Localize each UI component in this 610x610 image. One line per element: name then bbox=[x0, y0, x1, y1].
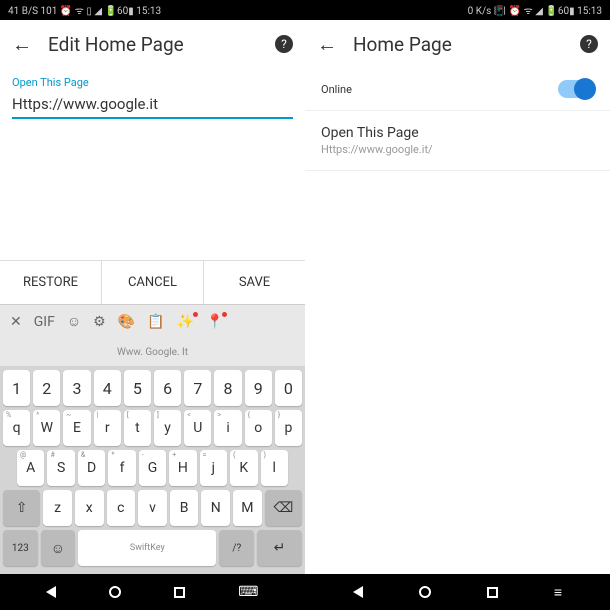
key-c[interactable]: c bbox=[107, 490, 136, 526]
keyboard-row-3: @A#S&D*f-G+H=j(K)l bbox=[3, 450, 302, 486]
num-key[interactable]: 123 bbox=[3, 530, 38, 566]
key-H[interactable]: +H bbox=[169, 450, 196, 486]
gif-icon[interactable]: GIF bbox=[34, 314, 55, 330]
toggle-label: Online bbox=[321, 83, 352, 96]
nav-keyboard-icon[interactable]: ⌨ bbox=[238, 584, 258, 600]
key-i[interactable]: >i bbox=[214, 410, 241, 446]
cancel-button[interactable]: CANCEL bbox=[102, 261, 204, 304]
close-icon[interactable]: ✕ bbox=[10, 314, 22, 330]
key-W[interactable]: ^W bbox=[33, 410, 60, 446]
key-K[interactable]: (K bbox=[230, 450, 257, 486]
left-screen: 41 B/S 101 ⏰ ᯤ ▯ ◢ 🔋60▮ 15:13 ← Edit Hom… bbox=[0, 0, 305, 610]
status-right: 0 K/s 📳 ⏰ ᯤ ◢ 🔋60▮ 15:13 bbox=[468, 3, 602, 17]
restore-button[interactable]: RESTORE bbox=[0, 261, 102, 304]
key-3[interactable]: 3 bbox=[63, 370, 90, 406]
nav-bar: ≡ bbox=[305, 574, 610, 610]
key-D[interactable]: &D bbox=[78, 450, 105, 486]
keyboard-row-1: 1234567890 bbox=[3, 370, 302, 406]
key-6[interactable]: 6 bbox=[154, 370, 181, 406]
keyboard-toolbar: ✕ GIF ☺ ⚙ 🎨 📋 ✨ 📍 bbox=[0, 304, 305, 338]
help-icon[interactable]: ? bbox=[275, 35, 293, 53]
link-url: Https://www.google.it/ bbox=[321, 143, 594, 156]
key-x[interactable]: x bbox=[75, 490, 104, 526]
key-l[interactable]: )l bbox=[261, 450, 288, 486]
key-7[interactable]: 7 bbox=[184, 370, 211, 406]
key-f[interactable]: *f bbox=[108, 450, 135, 486]
keyboard-suggestion[interactable]: Www. Google. It bbox=[0, 338, 305, 366]
slash-key[interactable]: /? bbox=[219, 530, 254, 566]
status-bar: 41 B/S 101 ⏰ ᯤ ▯ ◢ 🔋60▮ 15:13 bbox=[0, 0, 305, 20]
keyboard-row-5: 123 ☺ SwiftKey /? ↵ bbox=[3, 530, 302, 566]
magic-icon[interactable]: ✨ bbox=[177, 314, 194, 330]
key-5[interactable]: 5 bbox=[124, 370, 151, 406]
header: ← Home Page ? bbox=[305, 20, 610, 68]
key-B[interactable]: B bbox=[170, 490, 199, 526]
emoji-key[interactable]: ☺ bbox=[41, 530, 76, 566]
field-label: Open This Page bbox=[0, 76, 305, 89]
status-bar: 0 K/s 📳 ⏰ ᯤ ◢ 🔋60▮ 15:13 bbox=[305, 0, 610, 20]
keyboard-row-2: %q^W~E|r[t]y<U>i{o}p bbox=[3, 410, 302, 446]
key-o[interactable]: {o bbox=[245, 410, 272, 446]
homepage-link-row[interactable]: Open This Page Https://www.google.it/ bbox=[305, 111, 610, 171]
key-U[interactable]: <U bbox=[184, 410, 211, 446]
key-A[interactable]: @A bbox=[17, 450, 44, 486]
key-0[interactable]: 0 bbox=[275, 370, 302, 406]
key-z[interactable]: z bbox=[43, 490, 72, 526]
key-4[interactable]: 4 bbox=[94, 370, 121, 406]
nav-bar: ⌨ bbox=[0, 574, 305, 610]
clipboard-icon[interactable]: 📋 bbox=[147, 314, 164, 330]
help-icon[interactable]: ? bbox=[580, 35, 598, 53]
shift-key[interactable]: ⇧ bbox=[3, 490, 40, 526]
header: ← Edit Home Page ? bbox=[0, 20, 305, 68]
url-input[interactable] bbox=[12, 91, 293, 119]
space-key[interactable]: SwiftKey bbox=[78, 530, 216, 566]
backspace-key[interactable]: ⌫ bbox=[265, 490, 302, 526]
key-8[interactable]: 8 bbox=[214, 370, 241, 406]
key-v[interactable]: v bbox=[138, 490, 167, 526]
key-9[interactable]: 9 bbox=[245, 370, 272, 406]
key-E[interactable]: ~E bbox=[63, 410, 90, 446]
key-M[interactable]: M bbox=[233, 490, 262, 526]
page-title: Home Page bbox=[353, 33, 564, 56]
key-p[interactable]: }p bbox=[275, 410, 302, 446]
keyboard: 1234567890 %q^W~E|r[t]y<U>i{o}p @A#S&D*f… bbox=[0, 366, 305, 574]
right-screen: 0 K/s 📳 ⏰ ᯤ ◢ 🔋60▮ 15:13 ← Home Page ? O… bbox=[305, 0, 610, 610]
action-row: RESTORE CANCEL SAVE bbox=[0, 260, 305, 304]
key-G[interactable]: -G bbox=[139, 450, 166, 486]
key-y[interactable]: ]y bbox=[154, 410, 181, 446]
enter-key[interactable]: ↵ bbox=[257, 530, 302, 566]
key-t[interactable]: [t bbox=[124, 410, 151, 446]
key-N[interactable]: N bbox=[201, 490, 230, 526]
back-icon[interactable]: ← bbox=[12, 32, 32, 57]
key-2[interactable]: 2 bbox=[33, 370, 60, 406]
nav-home-icon[interactable] bbox=[419, 586, 431, 598]
nav-recent-icon[interactable] bbox=[487, 587, 498, 598]
save-button[interactable]: SAVE bbox=[204, 261, 305, 304]
key-j[interactable]: =j bbox=[200, 450, 227, 486]
key-q[interactable]: %q bbox=[3, 410, 30, 446]
keyboard-row-4: ⇧ zxcvBNM⌫ bbox=[3, 490, 302, 526]
palette-icon[interactable]: 🎨 bbox=[118, 314, 135, 330]
page-title: Edit Home Page bbox=[48, 33, 259, 56]
nav-back-icon[interactable] bbox=[353, 586, 363, 598]
toggle-switch[interactable] bbox=[558, 80, 594, 98]
sticker-icon[interactable]: ☺ bbox=[67, 313, 81, 330]
link-title: Open This Page bbox=[321, 125, 594, 141]
back-icon[interactable]: ← bbox=[317, 32, 337, 57]
gear-icon[interactable]: ⚙ bbox=[93, 314, 106, 330]
nav-recent-icon[interactable] bbox=[174, 587, 185, 598]
nav-menu-icon[interactable]: ≡ bbox=[554, 584, 562, 601]
nav-home-icon[interactable] bbox=[109, 586, 121, 598]
toggle-row[interactable]: Online bbox=[305, 68, 610, 111]
key-1[interactable]: 1 bbox=[3, 370, 30, 406]
key-r[interactable]: |r bbox=[94, 410, 121, 446]
status-left: 41 B/S 101 ⏰ ᯤ ▯ ◢ 🔋60▮ 15:13 bbox=[8, 3, 161, 17]
location-icon[interactable]: 📍 bbox=[206, 314, 223, 330]
nav-back-icon[interactable] bbox=[46, 586, 56, 598]
key-S[interactable]: #S bbox=[47, 450, 74, 486]
